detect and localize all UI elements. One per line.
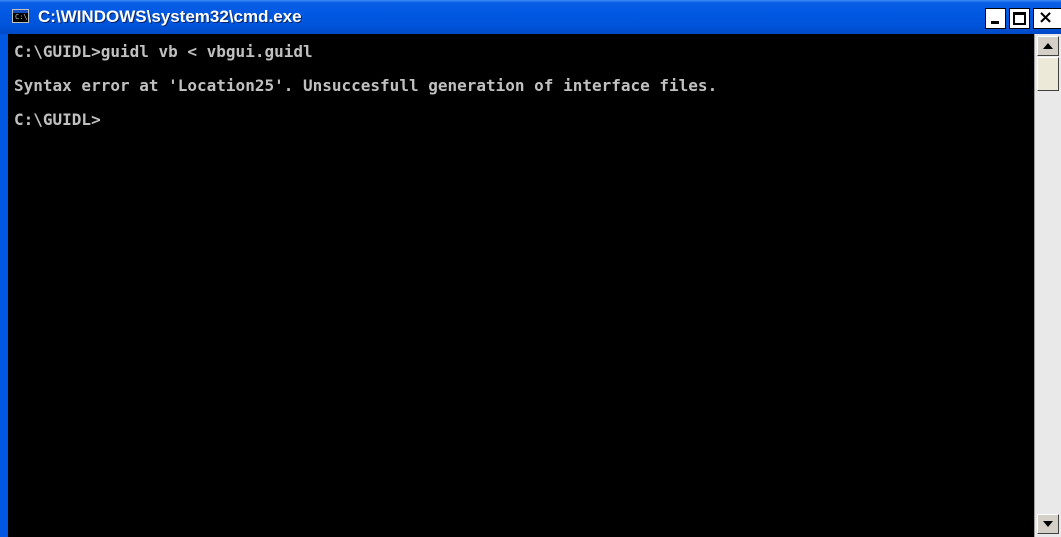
window-frame-left xyxy=(0,34,8,537)
console-line: Syntax error at 'Location25'. Unsuccesfu… xyxy=(14,76,718,95)
console-output[interactable]: C:\GUIDL>guidl vb < vbgui.guidl Syntax e… xyxy=(8,34,1034,537)
cmd-app-icon-text: C:\ xyxy=(15,13,28,21)
minimize-button[interactable] xyxy=(985,8,1006,29)
close-icon: × xyxy=(1038,7,1054,28)
window-title: C:\WINDOWS\system32\cmd.exe xyxy=(38,7,302,26)
scroll-down-arrow-icon xyxy=(1043,521,1053,527)
scroll-down-button[interactable] xyxy=(1037,514,1059,534)
minimize-icon xyxy=(991,21,999,24)
command-prompt-window: C:\ C:\WINDOWS\system32\cmd.exe × C:\GUI… xyxy=(0,0,1061,537)
scroll-up-button[interactable] xyxy=(1037,36,1059,56)
title-bar[interactable]: C:\ C:\WINDOWS\system32\cmd.exe × xyxy=(0,0,1061,34)
maximize-button[interactable] xyxy=(1009,8,1030,29)
console-line: C:\GUIDL>guidl vb < vbgui.guidl xyxy=(14,42,313,61)
cmd-app-icon[interactable]: C:\ xyxy=(12,9,29,23)
scroll-thumb[interactable] xyxy=(1037,57,1059,91)
vertical-scrollbar[interactable] xyxy=(1034,34,1061,537)
scroll-up-arrow-icon xyxy=(1043,43,1053,49)
close-button[interactable]: × xyxy=(1033,8,1061,29)
console-prompt-line: C:\GUIDL> xyxy=(14,110,101,129)
maximize-icon xyxy=(1013,12,1026,25)
